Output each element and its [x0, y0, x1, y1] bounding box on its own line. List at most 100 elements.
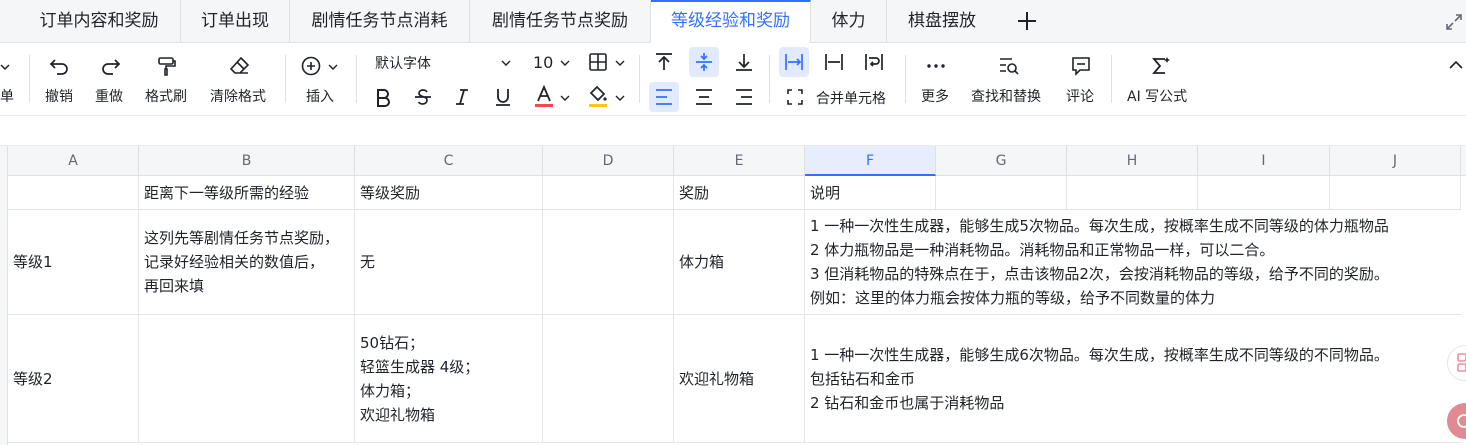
ai-formula-button[interactable]: AI 写公式 [1127, 86, 1187, 106]
cell-F3[interactable]: 1 一种一次性生成器，能够生成6次物品。每次生成，按概率生成不同等级的不同物品。… [805, 315, 1461, 443]
column-header[interactable]: D [543, 146, 674, 176]
cell-F2[interactable]: 1 一种一次性生成器，能够生成5次物品。每次生成，按概率生成不同等级的体力瓶物品… [805, 210, 1461, 315]
tab-stamina[interactable]: 体力 [811, 0, 887, 43]
fill-color-icon[interactable] [588, 85, 608, 109]
chevron-down-icon[interactable] [614, 57, 626, 69]
column-header-bar: A B C D E F G H I J [0, 146, 1466, 176]
italic-icon[interactable] [452, 87, 472, 107]
cell-C3[interactable]: 50钻石； 轻篮生成器 4级； 体力箱； 欢迎礼物箱 [355, 315, 543, 443]
tab-order-content-rewards[interactable]: 订单内容和奖励 [18, 0, 181, 43]
tab-board-layout[interactable]: 棋盘摆放 [887, 0, 997, 43]
more-button[interactable]: 更多 [921, 86, 949, 106]
formula-bar[interactable] [0, 116, 1466, 146]
chevron-down-icon[interactable] [0, 61, 12, 73]
sigma-ai-icon[interactable] [1150, 55, 1172, 77]
undo-button[interactable]: 撤销 [45, 86, 73, 106]
add-sheet-button[interactable] [1012, 6, 1042, 36]
undo-icon[interactable] [49, 55, 71, 77]
cell-text: 距离下一等级所需的经验 [144, 183, 310, 202]
column-header[interactable]: I [1198, 146, 1330, 176]
align-right-icon[interactable] [734, 87, 754, 107]
cell-C1[interactable]: 等级奖励 [355, 176, 543, 210]
chevron-up-icon[interactable] [1448, 59, 1464, 71]
redo-button[interactable]: 重做 [95, 86, 123, 106]
assistant-icon [1457, 414, 1466, 428]
text-overflow-icon[interactable] [784, 52, 804, 72]
cell-B1[interactable]: 距离下一等级所需的经验 [139, 176, 355, 210]
cell-B3[interactable] [139, 315, 355, 443]
cell-A3[interactable]: 等级2 [8, 315, 139, 443]
plus-circle-icon[interactable] [300, 55, 322, 77]
column-header[interactable]: C [355, 146, 543, 176]
eraser-icon[interactable] [229, 55, 251, 77]
comment-icon[interactable] [1070, 55, 1092, 77]
more-icon[interactable] [925, 55, 947, 77]
chevron-down-icon[interactable] [559, 92, 571, 104]
cell-D1[interactable] [543, 176, 674, 210]
cell-I1[interactable] [1198, 176, 1330, 210]
format-painter-icon[interactable] [156, 55, 178, 77]
cell-C2[interactable]: 无 [355, 210, 543, 315]
find-replace-icon[interactable] [998, 55, 1020, 77]
comment-button[interactable]: 评论 [1066, 86, 1094, 106]
toolbar-divider [285, 55, 286, 103]
chevron-down-icon[interactable] [500, 57, 512, 69]
border-icon[interactable] [588, 52, 608, 72]
cell-text: 等级奖励 [360, 183, 421, 202]
column-header-selected[interactable]: F [805, 146, 936, 176]
fullscreen-button[interactable] [1442, 10, 1466, 34]
cell-text: 等级1 [13, 253, 53, 271]
find-replace-button[interactable]: 查找和替换 [971, 86, 1041, 106]
cell-H1[interactable] [1067, 176, 1198, 210]
merge-cells-button[interactable]: 合并单元格 [816, 88, 886, 108]
redo-icon[interactable] [99, 55, 121, 77]
tab-level-exp-rewards[interactable]: 等级经验和奖励 [651, 0, 811, 44]
align-left-icon[interactable] [654, 87, 674, 107]
font-color-icon[interactable] [534, 85, 554, 109]
align-middle-icon[interactable] [694, 52, 714, 72]
column-header[interactable]: A [8, 146, 139, 176]
merge-cells-icon[interactable] [786, 88, 804, 106]
column-header[interactable]: J [1330, 146, 1461, 176]
cell-G1[interactable] [936, 176, 1067, 210]
cell-E2[interactable]: 体力箱 [674, 210, 805, 315]
tab-story-node-rewards[interactable]: 剧情任务节点奖励 [470, 0, 651, 43]
underline-icon[interactable] [493, 87, 513, 107]
cell-text: 等级2 [13, 369, 53, 388]
cell-B2[interactable]: 这列先等剧情任务节点奖励， 记录好经验相关的数值后， 再回来填 [139, 210, 355, 315]
cell-E1[interactable]: 奖励 [674, 176, 805, 210]
cell-A2[interactable]: 等级1 [8, 210, 139, 315]
cell-text: 这列先等剧情任务节点奖励， 记录好经验相关的数值后， 再回来填 [144, 229, 340, 295]
strikethrough-icon[interactable] [413, 87, 433, 107]
cell-J1[interactable] [1330, 176, 1461, 210]
sheet-tab-bar: 订单内容和奖励 订单出现 剧情任务节点消耗 剧情任务节点奖励 等级经验和奖励 体… [0, 0, 1466, 44]
cell-F1[interactable]: 说明 [805, 176, 936, 210]
cell-D3[interactable] [543, 315, 674, 443]
chevron-down-icon[interactable] [614, 92, 626, 104]
bold-icon[interactable] [373, 87, 393, 107]
font-size-select[interactable]: 10 [533, 53, 553, 72]
chevron-down-icon[interactable] [559, 57, 571, 69]
chevron-down-icon[interactable] [327, 61, 339, 73]
column-header[interactable]: B [139, 146, 355, 176]
align-center-icon[interactable] [694, 87, 714, 107]
text-wrap-icon[interactable] [864, 52, 884, 72]
cell-A1[interactable] [8, 176, 139, 210]
text-clip-icon[interactable] [824, 52, 844, 72]
align-top-icon[interactable] [654, 52, 674, 72]
column-header[interactable]: E [674, 146, 805, 176]
tab-order-appearance[interactable]: 订单出现 [181, 0, 290, 43]
toolbar-divider [639, 55, 640, 103]
cell-E3[interactable]: 欢迎礼物箱 [674, 315, 805, 443]
font-family-select[interactable]: 默认字体 [375, 53, 431, 73]
cell-D2[interactable] [543, 210, 674, 315]
cut-off-menu-label[interactable]: 单 [0, 86, 14, 106]
clear-format-button[interactable]: 清除格式 [210, 86, 266, 106]
align-bottom-icon[interactable] [734, 52, 754, 72]
cell-text: 无 [360, 253, 376, 271]
column-header[interactable]: G [936, 146, 1067, 176]
column-header[interactable]: H [1067, 146, 1198, 176]
insert-button[interactable]: 插入 [306, 86, 334, 106]
format-painter-button[interactable]: 格式刷 [145, 86, 187, 106]
tab-story-node-cost[interactable]: 剧情任务节点消耗 [290, 0, 470, 43]
